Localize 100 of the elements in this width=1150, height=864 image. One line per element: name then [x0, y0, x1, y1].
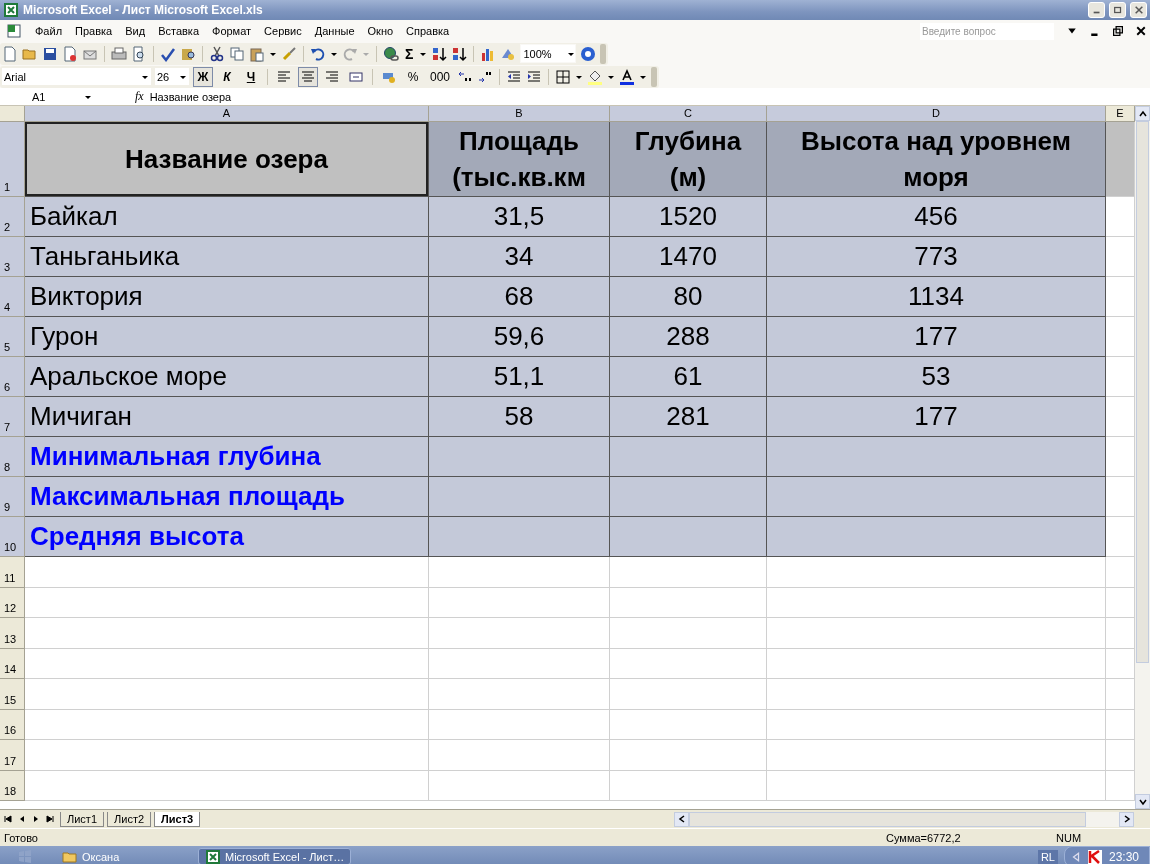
decrease-indent-icon[interactable] [506, 68, 523, 85]
table-cell [1106, 517, 1135, 557]
column-header[interactable]: E [1106, 106, 1135, 122]
row-header[interactable]: 9 [0, 477, 25, 517]
formula-field[interactable]: Название озера [149, 90, 232, 103]
italic-button[interactable]: К [217, 66, 237, 87]
name-box[interactable]: A1 [0, 90, 95, 103]
next-sheet-icon[interactable] [32, 815, 40, 823]
scroll-down-button[interactable] [1135, 794, 1150, 809]
row-header[interactable]: 10 [0, 517, 25, 557]
scroll-up-button[interactable] [1135, 106, 1150, 121]
insert-function-button[interactable]: fx [135, 89, 144, 104]
sheet-tab[interactable]: Лист1 [60, 811, 105, 827]
zoom-dropdown[interactable]: 100% [520, 44, 577, 63]
table-cell [1106, 437, 1135, 477]
bold-button[interactable]: Ж [193, 66, 213, 87]
close-button[interactable] [1130, 2, 1147, 18]
row-header[interactable]: 1 [0, 122, 25, 197]
row-header[interactable]: 16 [0, 709, 25, 740]
column-header[interactable]: B [429, 106, 610, 122]
shield-k-icon[interactable] [1086, 848, 1103, 864]
close-icon[interactable] [1136, 26, 1146, 36]
sort-descending-icon[interactable] [451, 45, 468, 62]
row-header[interactable]: 15 [0, 679, 25, 710]
table-cell: Виктория [25, 277, 429, 317]
sheet-tab[interactable]: Лист2 [107, 811, 152, 827]
language-indicator[interactable]: RL [1037, 849, 1058, 864]
cut-icon[interactable] [209, 45, 225, 62]
dropdown-arrow-icon[interactable] [1067, 26, 1077, 36]
sort-ascending-icon[interactable] [431, 45, 448, 62]
menu-item[interactable]: Файл [35, 25, 63, 37]
row-header[interactable]: 11 [0, 557, 25, 588]
sum-indicator: Сумма=6772,2 [886, 831, 962, 844]
row-header[interactable]: 7 [0, 397, 25, 437]
sheet-tab[interactable]: Лист3 [154, 811, 201, 827]
print-icon[interactable] [111, 45, 127, 62]
merge-cells-icon [349, 69, 363, 84]
font-size-dropdown[interactable]: 26 [155, 68, 189, 85]
restore-button[interactable] [1109, 2, 1126, 18]
previous-sheet-icon[interactable] [18, 815, 26, 823]
row-header[interactable]: 13 [0, 618, 25, 649]
column-header[interactable]: C [610, 106, 767, 122]
table-cell: 51,1 [429, 357, 610, 397]
paste-icon[interactable] [249, 45, 265, 62]
table-cell: Название озера [25, 122, 429, 197]
menu-item[interactable]: Окно [367, 25, 394, 37]
borders-icon[interactable] [555, 68, 572, 85]
permission-icon[interactable] [62, 45, 78, 62]
table-cell: Максимальная площадь [25, 477, 429, 517]
table-cell: Высота над уровнем моря [767, 122, 1106, 197]
help-icon[interactable] [580, 45, 597, 62]
row-header[interactable]: 6 [0, 357, 25, 397]
save-icon[interactable] [42, 45, 58, 62]
first-sheet-icon[interactable] [4, 815, 12, 823]
menu-item[interactable]: Данные [314, 25, 355, 37]
underline-button[interactable]: Ч [241, 66, 261, 87]
row-header[interactable]: 14 [0, 648, 25, 679]
taskbar-button[interactable]: Microsoft Excel - Лист… [198, 848, 352, 864]
column-header[interactable]: D [767, 106, 1106, 122]
scroll-left-button[interactable] [674, 811, 689, 827]
task-label: Microsoft Excel - Лист… [225, 850, 345, 863]
row-header[interactable]: 18 [0, 770, 25, 801]
font-dropdown[interactable]: Arial [2, 68, 151, 85]
minimize-button[interactable] [1088, 2, 1105, 18]
menu-item[interactable]: Правка [75, 25, 113, 37]
help-search-field[interactable]: Введите вопрос [920, 22, 1054, 40]
row-header[interactable]: 8 [0, 437, 25, 477]
restore-icon[interactable] [1113, 26, 1123, 36]
format-button[interactable]: % [403, 66, 423, 87]
globe-link-icon[interactable] [383, 45, 399, 62]
menu-item[interactable]: Справка [406, 25, 450, 37]
row-header[interactable]: 3 [0, 237, 25, 277]
increase-indent-icon[interactable] [526, 68, 543, 85]
menu-item[interactable]: Сервис [264, 25, 302, 37]
table-cell: Аральское море [25, 357, 429, 397]
row-header[interactable]: 2 [0, 197, 25, 237]
row-header[interactable]: 5 [0, 317, 25, 357]
autosum-button[interactable]: Σ [403, 45, 416, 62]
table-cell: 773 [767, 237, 1106, 277]
menu-item[interactable]: Формат [212, 25, 252, 37]
print-preview-icon[interactable] [131, 45, 147, 62]
last-sheet-icon[interactable] [46, 815, 54, 823]
menu-item[interactable]: Вид [125, 25, 146, 37]
align-center-button[interactable] [298, 66, 318, 87]
fill-color-icon[interactable] [587, 68, 604, 85]
row-header[interactable]: 12 [0, 587, 25, 618]
row-header[interactable]: 4 [0, 277, 25, 317]
menu-item[interactable]: Вставка [158, 25, 199, 37]
row-header[interactable]: 17 [0, 740, 25, 771]
workbook-icon[interactable] [6, 23, 22, 39]
scroll-right-button[interactable] [1119, 811, 1134, 827]
new-document-icon[interactable] [2, 45, 18, 62]
show-hidden-icons-icon[interactable] [1070, 851, 1081, 862]
table-cell: 80 [610, 277, 767, 317]
table-cell: Минимальная глубина [25, 437, 429, 477]
column-header[interactable]: A [25, 106, 429, 122]
format-button[interactable]: 000 [427, 66, 454, 87]
font-color-icon[interactable] [619, 68, 636, 85]
vertical-scrollbar[interactable] [1135, 106, 1150, 809]
num-lock-indicator: NUM [1056, 831, 1083, 844]
